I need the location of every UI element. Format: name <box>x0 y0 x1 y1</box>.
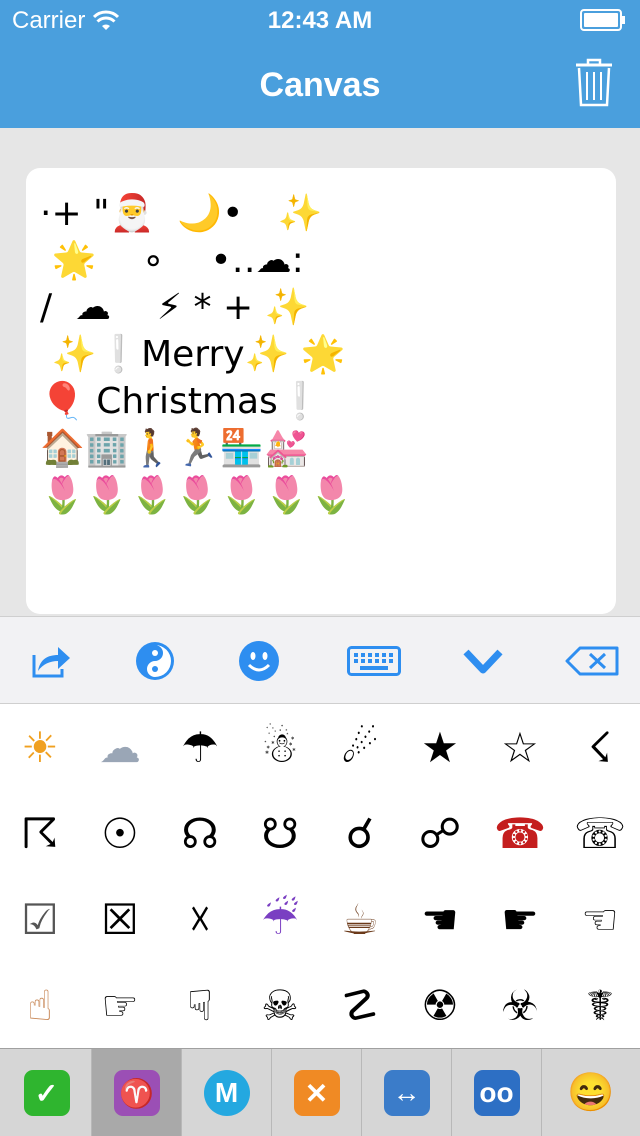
status-time: 12:43 AM <box>267 7 373 34</box>
symbol-key[interactable]: ☆ <box>480 704 560 790</box>
symbol-key[interactable]: ☄ <box>320 704 400 790</box>
symbol-key[interactable]: ☁ <box>80 704 160 790</box>
tab-metro[interactable]: M <box>182 1049 272 1136</box>
symbol-key[interactable]: ☡ <box>320 962 400 1048</box>
canvas-line: 🌟 ∘ •‥☁: <box>40 240 304 281</box>
canvas-line: 🏠🏢🚶🏃🏪💒 <box>40 428 309 469</box>
symbol-key[interactable]: ☣ <box>480 962 560 1048</box>
share-icon <box>32 647 70 678</box>
tab-arrows[interactable]: ↔ <box>362 1049 452 1136</box>
symbol-key[interactable]: ☌ <box>320 790 400 876</box>
symbol-key[interactable]: ☕ <box>320 876 400 962</box>
canvas-line: / ☁ ⚡ * + ✨ <box>40 287 310 328</box>
share-button[interactable] <box>28 639 74 683</box>
symbol-key[interactable]: ★ <box>400 704 480 790</box>
aries-icon: ♈ <box>113 1070 160 1116</box>
symbol-grid: ☀ ☁ ☂ ☃ ☄ ★ ☆ ☇ ☈ ☉ ☊ ☋ ☌ ☍ ☎ ☏ ☑ ☒ ☓ ☔ … <box>0 704 640 1048</box>
keyboard-button[interactable] <box>346 639 402 683</box>
canvas-text-area[interactable]: ·+ "🎅 🌙• ✨ 🌟 ∘ •‥☁: / ☁ ⚡ * + ✨ ✨❕Merry✨… <box>26 168 616 614</box>
battery-icon <box>580 9 625 31</box>
status-bar: Carrier 12:43 AM <box>0 0 640 40</box>
symbol-key[interactable]: ☔ <box>240 876 320 962</box>
tab-voicemail[interactable]: oo <box>452 1049 542 1136</box>
symbol-key[interactable]: ☛ <box>480 876 560 962</box>
symbol-key[interactable]: ☀ <box>0 704 80 790</box>
canvas-line: ✨❕Merry✨ 🌟 <box>40 334 346 375</box>
tab-check[interactable]: ✓ <box>2 1049 92 1136</box>
editor-toolbar <box>0 616 640 704</box>
symbol-key[interactable]: ☋ <box>240 790 320 876</box>
emoji-button[interactable] <box>236 639 282 683</box>
symbol-key[interactable]: ☝ <box>0 962 80 1048</box>
backspace-icon <box>565 646 619 676</box>
canvas-line: ·+ "🎅 🌙• ✨ <box>40 193 323 234</box>
trash-icon[interactable] <box>574 58 614 108</box>
tab-cross[interactable]: ✕ <box>272 1049 362 1136</box>
category-tab-bar: ✓ ♈ M ✕ ↔ oo 😄 <box>0 1048 640 1136</box>
symbol-key[interactable]: ☎ <box>480 790 560 876</box>
symbol-key[interactable]: ☟ <box>160 962 240 1048</box>
page-title: Canvas <box>259 66 381 104</box>
yin-yang-icon <box>136 642 174 680</box>
symbol-key[interactable]: ☒ <box>80 876 160 962</box>
symbol-key[interactable]: ☑ <box>0 876 80 962</box>
symbol-key[interactable]: ☞ <box>80 962 160 1048</box>
keyboard-icon <box>347 646 401 676</box>
symbol-key[interactable]: ☊ <box>160 790 240 876</box>
yin-yang-button[interactable] <box>132 639 178 683</box>
smiley-icon <box>239 641 279 681</box>
symbol-key[interactable]: ☉ <box>80 790 160 876</box>
hide-keyboard-button[interactable] <box>460 639 506 683</box>
symbol-key[interactable]: ☠ <box>240 962 320 1048</box>
check-icon: ✓ <box>23 1070 70 1116</box>
metro-icon: M <box>203 1070 250 1116</box>
canvas-line: 🌷🌷🌷🌷🌷🌷🌷 <box>40 475 354 516</box>
symbol-key[interactable]: ☏ <box>560 790 640 876</box>
symbol-key[interactable]: ☇ <box>560 704 640 790</box>
symbol-key[interactable]: ☂ <box>160 704 240 790</box>
nav-bar: Carrier 12:43 AM Canvas <box>0 0 640 128</box>
tab-emoji[interactable]: 😄 <box>542 1049 640 1136</box>
symbol-key[interactable]: ☤ <box>560 962 640 1048</box>
arrows-icon: ↔ <box>383 1070 430 1116</box>
grin-face-icon: 😄 <box>567 1072 615 1114</box>
delete-button[interactable] <box>564 639 620 683</box>
voicemail-icon: oo <box>473 1070 520 1116</box>
symbol-key[interactable]: ☜ <box>560 876 640 962</box>
symbol-key[interactable]: ☍ <box>400 790 480 876</box>
tab-aries[interactable]: ♈ <box>92 1049 182 1136</box>
symbol-key[interactable]: ☃ <box>240 704 320 790</box>
symbol-key[interactable]: ☚ <box>400 876 480 962</box>
chevron-down-icon <box>463 649 503 674</box>
canvas-line: 🎈 Christmas❕ <box>40 381 323 422</box>
symbol-key[interactable]: ☓ <box>160 876 240 962</box>
symbol-key[interactable]: ☈ <box>0 790 80 876</box>
symbol-key[interactable]: ☢ <box>400 962 480 1048</box>
cross-icon: ✕ <box>293 1070 340 1116</box>
